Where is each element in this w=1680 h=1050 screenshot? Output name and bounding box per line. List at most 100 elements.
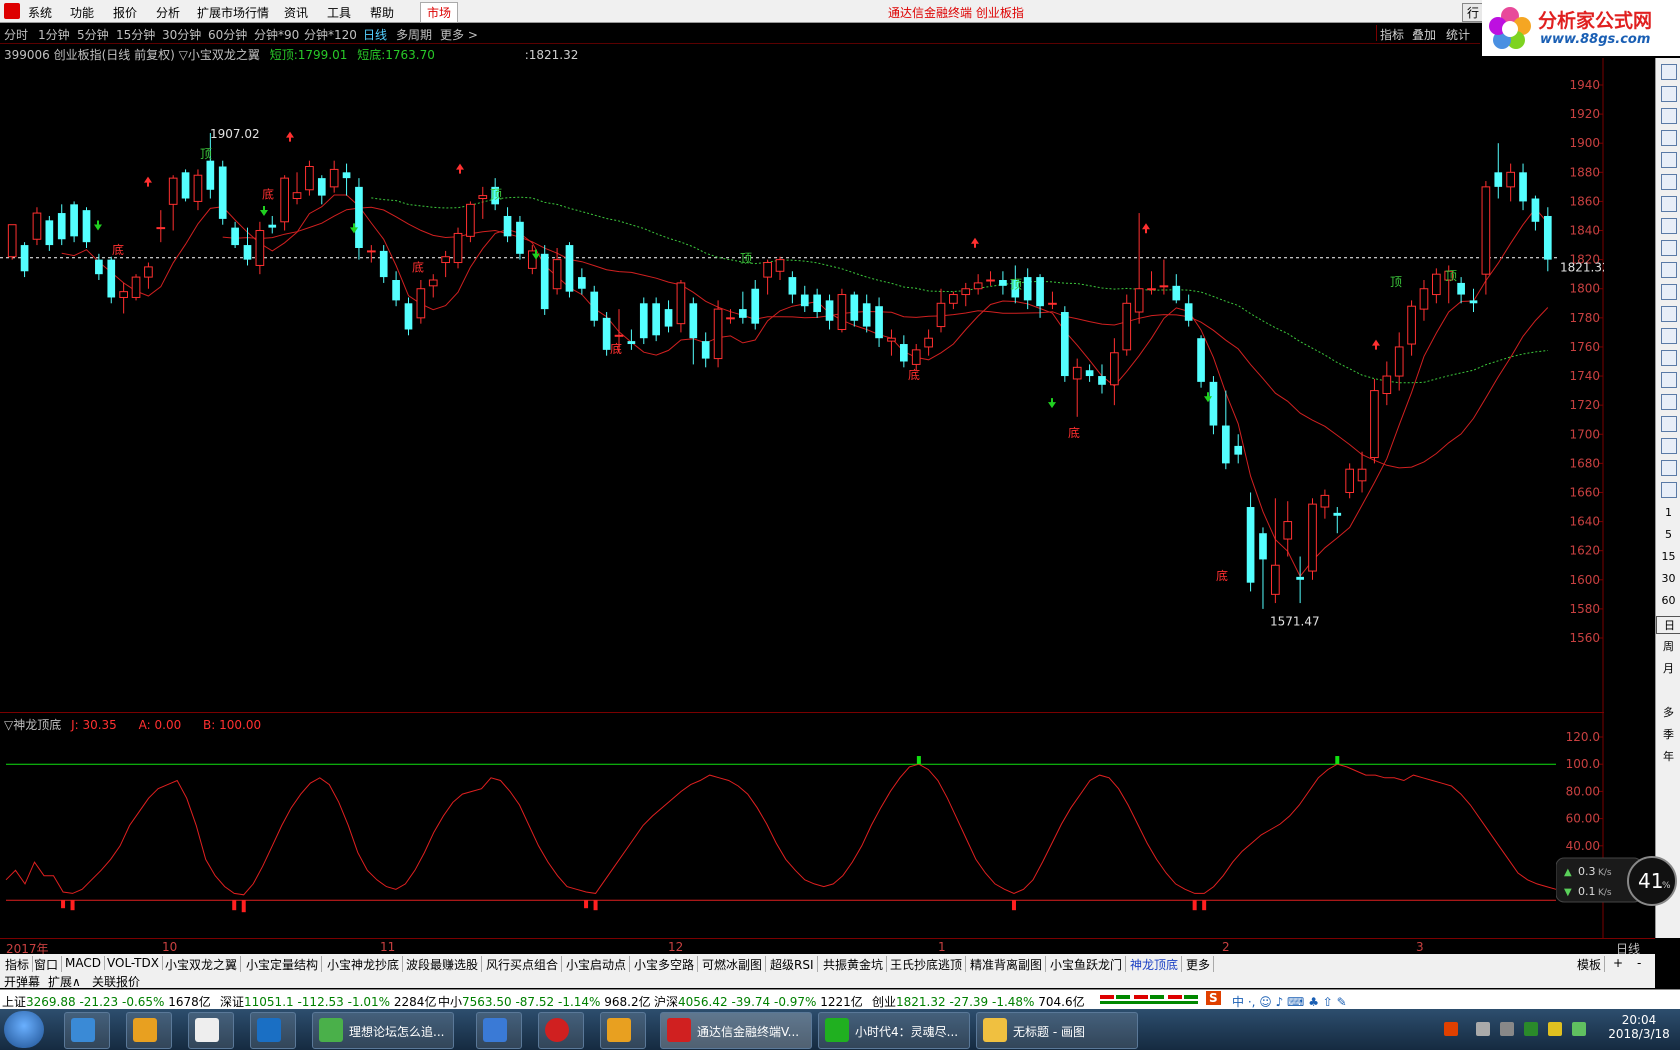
- tray-network-icon[interactable]: [1500, 1022, 1514, 1036]
- period-120min[interactable]: 分钟*120: [304, 26, 357, 43]
- menu-help[interactable]: 帮助: [370, 4, 394, 21]
- price-chart[interactable]: 1940192019001880186018401820180017801760…: [0, 58, 1604, 712]
- taskbar-window-paint[interactable]: 无标题 - 画图: [976, 1012, 1138, 1049]
- tab-template[interactable]: 模板: [1574, 956, 1606, 973]
- menu-system[interactable]: 系统: [28, 4, 52, 21]
- taskbar-pin-2[interactable]: [126, 1012, 172, 1049]
- tray-shield-icon[interactable]: [1524, 1022, 1538, 1036]
- period-1-label[interactable]: 1: [1656, 506, 1680, 519]
- menu-analysis[interactable]: 分析: [156, 4, 180, 21]
- tool-icon-info[interactable]: [1661, 240, 1677, 256]
- menu-quote[interactable]: 报价: [113, 4, 137, 21]
- tab-xiaobao-structure[interactable]: 小宝定量结构: [243, 956, 323, 973]
- period-5-label[interactable]: 5: [1656, 528, 1680, 541]
- status-sh[interactable]: 上证3269.88 -21.23 -0.65% 1678亿: [2, 993, 211, 1010]
- tool-icon-bars[interactable]: [1661, 174, 1677, 190]
- tab-carp-dragon[interactable]: 小宝鱼跃龙门: [1047, 956, 1127, 973]
- menu-function[interactable]: 功能: [70, 4, 94, 21]
- tab-dragon-top-bottom[interactable]: 神龙顶底: [1127, 956, 1183, 973]
- market-button[interactable]: 市场: [420, 2, 459, 23]
- tool-icon-list[interactable]: [1661, 284, 1677, 300]
- menu-extended-market[interactable]: 扩展市场行情: [197, 4, 269, 21]
- taskbar-pin-3[interactable]: [188, 1012, 234, 1049]
- taskbar-window-forum[interactable]: 理想论坛怎么追...: [312, 1012, 454, 1049]
- tool-icon-pen[interactable]: [1661, 416, 1677, 432]
- period-1min[interactable]: 1分钟: [38, 26, 70, 43]
- quote-button[interactable]: 行: [1462, 3, 1485, 22]
- tab-divergence[interactable]: 精准背离副图: [967, 956, 1047, 973]
- status-cyb[interactable]: 创业1821.32 -27.39 -1.48% 704.6亿: [872, 993, 1085, 1010]
- tab-super-rsi[interactable]: 超级RSI: [767, 956, 818, 973]
- taskbar-pin-5[interactable]: [476, 1012, 522, 1049]
- tool-statistics[interactable]: 统计: [1446, 26, 1470, 43]
- barrage-toggle[interactable]: 开弹幕: [4, 973, 40, 990]
- tool-icon-table[interactable]: [1661, 482, 1677, 498]
- period-year-label[interactable]: 年: [1656, 748, 1680, 764]
- menu-tools[interactable]: 工具: [327, 4, 351, 21]
- tab-remove[interactable]: -: [1634, 956, 1644, 970]
- taskbar-pin-4[interactable]: [250, 1012, 296, 1049]
- ime-logo-icon[interactable]: S: [1206, 991, 1221, 1005]
- indicator-chart[interactable]: 120.0100.080.0060.0040.0020.00: [0, 712, 1604, 940]
- period-60min[interactable]: 60分钟: [208, 26, 247, 43]
- period-week-label[interactable]: 周: [1656, 638, 1680, 654]
- tab-xiaobao-bottom[interactable]: 小宝神龙抄底: [324, 956, 404, 973]
- tab-add[interactable]: +: [1610, 956, 1626, 970]
- tool-icon-exchange[interactable]: [1661, 438, 1677, 454]
- period-month-label[interactable]: 月: [1656, 660, 1680, 676]
- tool-icon-f10[interactable]: [1661, 196, 1677, 212]
- period-90min[interactable]: 分钟*90: [254, 26, 299, 43]
- tab-long-short[interactable]: 小宝多空路: [631, 956, 699, 973]
- status-sz[interactable]: 深证11051.1 -112.53 -1.01% 2284亿: [220, 993, 436, 1010]
- status-hs300[interactable]: 沪深4056.42 -39.74 -0.97% 1221亿: [654, 993, 863, 1010]
- tab-buy-points[interactable]: 风行买点组合: [483, 956, 563, 973]
- period-60-label[interactable]: 60: [1656, 594, 1680, 607]
- tab-launch-point[interactable]: 小宝启动点: [563, 956, 631, 973]
- taskbar-pin-1[interactable]: [64, 1012, 110, 1049]
- period-30min[interactable]: 30分钟: [162, 26, 201, 43]
- expand-toggle[interactable]: 扩展∧: [48, 973, 81, 990]
- tool-icon-f12[interactable]: [1661, 262, 1677, 278]
- period-15min[interactable]: 15分钟: [116, 26, 155, 43]
- taskbar-window-tdx[interactable]: 通达信金融终端V...: [660, 1012, 812, 1049]
- tab-band-stock[interactable]: 波段最赚选股: [403, 956, 483, 973]
- tab-resonance[interactable]: 共振黄金坑: [820, 956, 888, 973]
- period-day-label[interactable]: 日: [1656, 616, 1680, 634]
- tool-icon-ma[interactable]: [1661, 328, 1677, 344]
- tool-icon-chart[interactable]: [1661, 306, 1677, 322]
- tool-icon-zoom[interactable]: [1661, 108, 1677, 124]
- tool-icon-notes[interactable]: [1661, 218, 1677, 234]
- tray-sogou-icon[interactable]: [1444, 1022, 1458, 1036]
- tray-flag-icon[interactable]: [1548, 1022, 1562, 1036]
- tool-icon-f5[interactable]: [1661, 460, 1677, 476]
- period-15-label[interactable]: 15: [1656, 550, 1680, 563]
- tool-icon-grid[interactable]: [1661, 130, 1677, 146]
- tab-window[interactable]: 窗口: [31, 956, 63, 973]
- tool-overlay[interactable]: 叠加: [1412, 26, 1436, 43]
- tool-icon-move[interactable]: [1661, 394, 1677, 410]
- tab-xiaobao-wings[interactable]: 小宝双龙之翼: [162, 956, 242, 973]
- tray-update-icon[interactable]: [1572, 1022, 1586, 1036]
- taskbar-clock[interactable]: 20:04 2018/3/18: [1602, 1013, 1676, 1041]
- tab-wang-bottom[interactable]: 王氏抄底逃顶: [887, 956, 967, 973]
- tab-macd[interactable]: MACD: [62, 956, 105, 970]
- tab-flammable-ice[interactable]: 可燃冰副图: [699, 956, 767, 973]
- start-button-icon[interactable]: [4, 1011, 44, 1048]
- taskbar-pin-7[interactable]: [600, 1012, 646, 1049]
- period-30-label[interactable]: 30: [1656, 572, 1680, 585]
- period-season-label[interactable]: 季: [1656, 726, 1680, 742]
- menu-news[interactable]: 资讯: [284, 4, 308, 21]
- tray-volume-icon[interactable]: [1476, 1022, 1490, 1036]
- period-timeshare[interactable]: 分时: [4, 26, 28, 43]
- period-5min[interactable]: 5分钟: [77, 26, 109, 43]
- tool-icon-line[interactable]: [1661, 152, 1677, 168]
- tab-vol-tdx[interactable]: VOL-TDX: [104, 956, 163, 970]
- related-quote[interactable]: 关联报价: [92, 973, 140, 990]
- period-more[interactable]: 更多 >: [440, 26, 478, 43]
- tab-more[interactable]: 更多: [1183, 956, 1215, 973]
- taskbar-window-movie[interactable]: 小时代4：灵魂尽...: [818, 1012, 970, 1049]
- period-multi-label[interactable]: 多: [1656, 704, 1680, 720]
- period-daily[interactable]: 日线: [363, 26, 387, 43]
- tool-icon-rsi[interactable]: [1661, 350, 1677, 366]
- tool-icon-refresh[interactable]: [1661, 372, 1677, 388]
